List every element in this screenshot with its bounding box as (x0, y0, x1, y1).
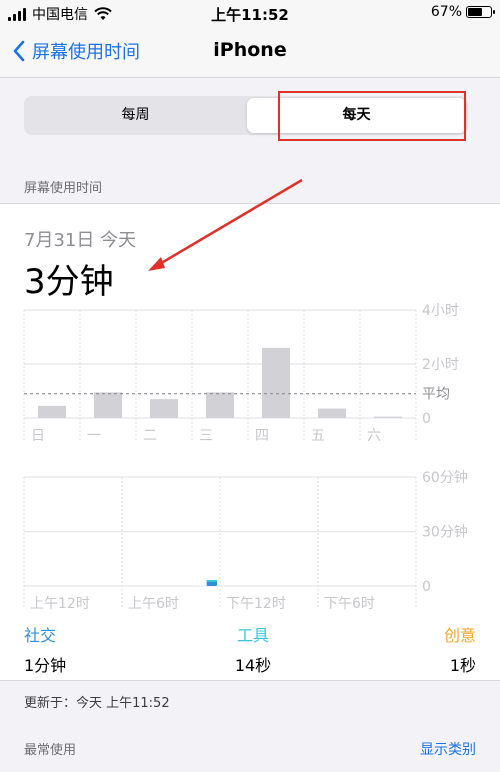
back-button[interactable]: 屏幕使用时间 (12, 38, 140, 64)
x-tick-label: 六 (367, 428, 381, 444)
x-tick-label: 日 (31, 428, 45, 444)
category-value: 1分钟 (24, 656, 67, 675)
chevron-left-icon (13, 40, 25, 62)
status-right: 67% (430, 4, 495, 20)
most-used-header: 最常使用 (24, 743, 77, 758)
x-tick-label: 下午12时 (226, 596, 286, 612)
show-categories-link[interactable]: 显示类别 (420, 739, 476, 759)
x-tick-label: 五 (311, 428, 325, 444)
updated-label: 更新于：今天 上午11:52 (24, 696, 170, 711)
bar (206, 392, 234, 418)
category-tools: 工具 14秒 (226, 622, 280, 676)
x-tick-label: 三 (199, 428, 213, 444)
bar (38, 405, 66, 418)
bar (94, 392, 122, 418)
y-tick-label: 2小时 (422, 357, 459, 373)
x-tick-label: 上午12时 (30, 596, 90, 612)
battery-fill (468, 8, 483, 16)
x-tick-label: 上午6时 (128, 596, 179, 612)
category-summary: 社交 1分钟 工具 14秒 创意 1秒 (0, 622, 500, 675)
category-social: 社交 1分钟 (24, 622, 66, 676)
back-label: 屏幕使用时间 (32, 42, 140, 63)
average-label: 平均 (422, 387, 450, 403)
screen-time-card[interactable]: 7月31日 今天 3分钟 4小时 2小时 0 日一二三四五六平均 60分钟 30分钟 0 上午… (0, 203, 500, 681)
y-tick-label: 30分钟 (422, 524, 468, 541)
y-tick-label: 0 (422, 579, 431, 595)
x-tick-label: 一 (87, 428, 101, 444)
segment-week[interactable]: 每周 (26, 98, 245, 133)
category-name: 创意 (443, 626, 476, 645)
category-value: 14秒 (234, 656, 272, 675)
segment-day[interactable]: 每天 (247, 98, 466, 133)
y-tick-label: 0 (422, 411, 431, 427)
battery-icon (466, 6, 495, 18)
bar-segment (206, 580, 217, 582)
bar (374, 416, 402, 418)
category-name: 工具 (236, 626, 269, 645)
period-segmented-control: 每周 每天 (24, 96, 468, 135)
category-value: 1秒 (449, 656, 476, 675)
x-tick-label: 二 (143, 428, 157, 444)
x-tick-label: 四 (255, 428, 269, 444)
nav-bar: 屏幕使用时间 iPhone (0, 26, 500, 78)
usage-charts: 4小时 2小时 0 日 一 二 三 四 五 六 平均 60分钟 30分钟 0 上午12时 上午6时 下午12时 下… (23, 303, 468, 612)
category-name: 社交 (24, 626, 57, 645)
bar (150, 399, 178, 418)
status-bar: 中国电信 上午11:52 67% (0, 0, 500, 26)
section-header: 屏幕使用时间 (24, 181, 103, 196)
battery-percent: 67% (430, 4, 462, 20)
y-tick-label: 4小时 (422, 303, 459, 319)
x-tick-label: 下午6时 (324, 596, 375, 612)
category-creativity: 创意 1秒 (444, 622, 476, 676)
status-time: 上午11:52 (211, 6, 289, 24)
bar (262, 347, 290, 418)
bar (318, 408, 346, 418)
y-tick-label: 60分钟 (422, 469, 468, 486)
